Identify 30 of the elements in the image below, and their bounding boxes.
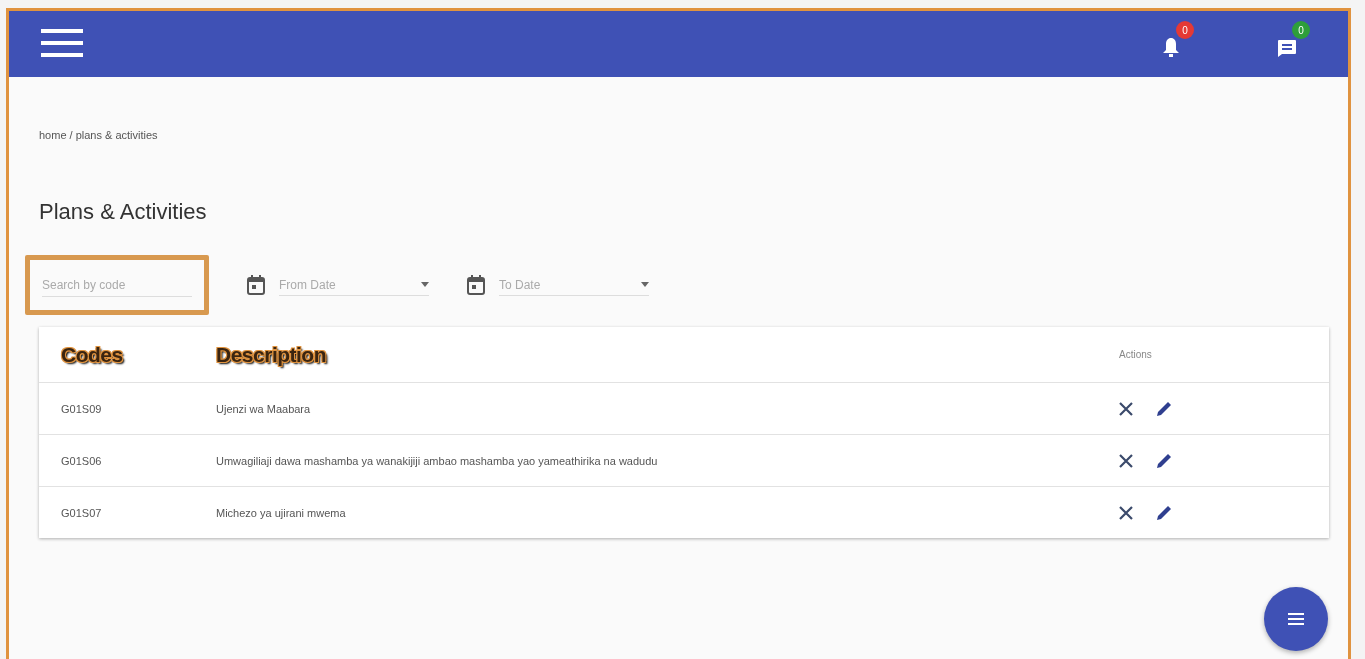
calendar-icon[interactable] <box>467 275 485 295</box>
column-header: Description <box>216 342 328 367</box>
column-header: Actions <box>1119 349 1153 360</box>
dropdown-caret-icon <box>421 282 429 287</box>
delete-button[interactable] <box>1119 401 1133 416</box>
table-cell-text: Umwagiliaji dawa mashamba ya wanakijiji ambao mashamba yao yameathirika na wadudu <box>216 454 659 467</box>
menu-fab[interactable] <box>1264 587 1328 651</box>
table-cell-text: G01S07 <box>61 506 103 519</box>
table-cell-text: Ujenzi wa Maabara <box>216 402 312 415</box>
delete-button[interactable] <box>1119 453 1133 468</box>
table-cell-text: G01S06 <box>61 454 103 467</box>
notification-count: 0 <box>1176 21 1194 39</box>
calendar-icon[interactable] <box>247 275 265 295</box>
edit-button[interactable] <box>1155 503 1173 522</box>
dropdown-caret-icon <box>641 282 649 287</box>
message-count: 0 <box>1292 21 1310 39</box>
messages-button[interactable] <box>1277 39 1297 57</box>
table-cell-text: Michezo ya ujirani mwema <box>216 506 347 519</box>
search-field[interactable]: Search by code <box>42 273 192 297</box>
page-title: Plans & Activities <box>39 199 208 225</box>
notifications-button[interactable] <box>1162 37 1180 57</box>
edit-button[interactable] <box>1155 451 1173 470</box>
column-header: Codes <box>61 342 124 367</box>
delete-button[interactable] <box>1119 505 1133 520</box>
menu-icon <box>1288 612 1304 626</box>
to-date-field[interactable]: To Date <box>499 274 649 296</box>
edit-button[interactable] <box>1155 399 1173 418</box>
table-cell-text: G01S09 <box>61 402 103 415</box>
breadcrumb: home / plans & activities <box>39 129 159 141</box>
from-date-field[interactable]: From Date <box>279 274 429 296</box>
